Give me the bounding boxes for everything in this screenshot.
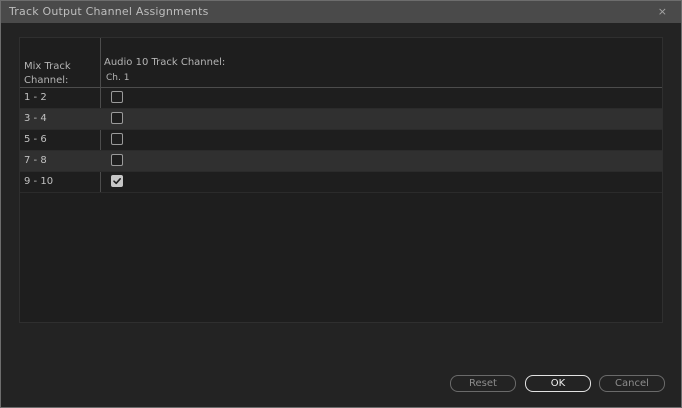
cancel-button[interactable]: Cancel — [599, 375, 665, 392]
close-icon[interactable]: × — [658, 5, 667, 19]
row-label: 7 - 8 — [24, 155, 47, 166]
table-rows: 1 - 2 3 - 4 5 - 6 7 - 8 9 - 10 — [20, 88, 662, 193]
title-bar: Track Output Channel Assignments × — [1, 1, 681, 23]
table-row: 3 - 4 — [20, 109, 662, 130]
row-checkbox[interactable] — [111, 91, 123, 103]
table-row: 7 - 8 — [20, 151, 662, 172]
audio-track-channel-header: Audio 10 Track Channel: — [104, 57, 226, 68]
row-checkbox[interactable] — [111, 154, 123, 166]
dialog-window: Track Output Channel Assignments × Mix T… — [0, 0, 682, 408]
row-checkbox[interactable] — [111, 175, 123, 187]
table-row: 9 - 10 — [20, 172, 662, 193]
row-label: 9 - 10 — [24, 176, 54, 187]
mix-track-channel-header: Mix Track Channel: — [24, 61, 71, 86]
channel-assignment-table: Mix Track Channel: Audio 10 Track Channe… — [19, 37, 663, 323]
reset-button[interactable]: Reset — [450, 375, 516, 392]
row-label: 1 - 2 — [24, 92, 47, 103]
check-icon — [113, 178, 121, 185]
row-label: 5 - 6 — [24, 134, 47, 145]
channel-column-header: Ch. 1 — [106, 73, 130, 83]
dialog-title: Track Output Channel Assignments — [9, 5, 209, 18]
table-row: 1 - 2 — [20, 88, 662, 109]
row-checkbox[interactable] — [111, 112, 123, 124]
row-label: 3 - 4 — [24, 113, 47, 124]
ok-button[interactable]: OK — [525, 375, 591, 392]
row-checkbox[interactable] — [111, 133, 123, 145]
table-row: 5 - 6 — [20, 130, 662, 151]
